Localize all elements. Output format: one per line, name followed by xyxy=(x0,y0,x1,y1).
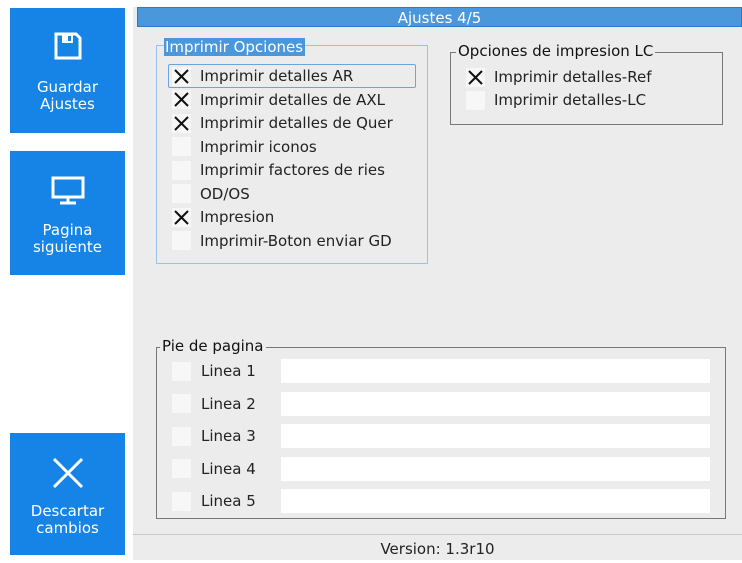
print-option-label: OD/OS xyxy=(200,184,250,203)
footer-line-label: Linea 4 xyxy=(201,459,256,478)
footer-line-checkbox[interactable] xyxy=(172,459,191,478)
lc-options-title: Opciones de impresion LC xyxy=(456,42,656,60)
footer-line-row: Linea 2 xyxy=(172,392,271,416)
print-option-label: Imprimir detalles de AXL xyxy=(200,90,385,109)
print-option-label: Imprimir-Boton enviar GD xyxy=(200,231,392,250)
check-x-icon xyxy=(173,115,190,132)
print-option[interactable]: Imprimir detalles de Quer xyxy=(172,112,393,134)
sidebar: Guardar Ajustes Pagina siguiente Descart… xyxy=(0,0,133,559)
version-label: Version: 1.3r10 xyxy=(133,534,742,560)
checkbox-unchecked[interactable] xyxy=(172,160,191,180)
lc-option-label: Imprimir detalles-Ref xyxy=(494,68,652,86)
check-x-icon xyxy=(173,91,190,108)
footer-line-row: Linea 4 xyxy=(172,457,271,481)
next-label-line1: Pagina xyxy=(42,221,93,239)
print-option-label: Imprimir detalles AR xyxy=(200,67,354,85)
next-page-button[interactable]: Pagina siguiente xyxy=(10,151,125,275)
checkbox-unchecked[interactable] xyxy=(172,184,191,203)
checkbox-unchecked[interactable] xyxy=(172,231,191,250)
footer-line-label: Linea 3 xyxy=(201,427,256,445)
discard-changes-button[interactable]: Descartar cambios xyxy=(10,433,125,555)
print-option[interactable]: OD/OS xyxy=(172,183,250,205)
footer-line-checkbox[interactable] xyxy=(172,426,191,446)
print-option-label: Imprimir factores de ries xyxy=(200,161,385,179)
footer-line-input[interactable] xyxy=(281,424,710,448)
print-option[interactable]: Imprimir-Boton enviar GD xyxy=(172,230,392,252)
lc-option[interactable]: Imprimir detalles-LC xyxy=(466,89,646,111)
check-x-icon xyxy=(173,209,190,226)
checkbox-checked[interactable] xyxy=(172,90,191,109)
check-x-icon xyxy=(467,69,484,86)
footer-line-row: Linea 3 xyxy=(172,424,271,448)
checkbox-checked[interactable] xyxy=(466,67,485,87)
save-label-line1: Guardar xyxy=(36,78,99,96)
save-label-line2: Ajustes xyxy=(40,95,95,113)
lc-option[interactable]: Imprimir detalles-Ref xyxy=(466,66,651,88)
print-option-label: Impresion xyxy=(200,208,275,226)
print-option[interactable]: Imprimir iconos xyxy=(172,136,317,158)
checkbox-unchecked[interactable] xyxy=(466,90,485,110)
print-option[interactable]: Imprimir detalles de AXL xyxy=(172,89,385,111)
next-label-line2: siguiente xyxy=(32,238,103,256)
settings-panel: Ajustes 4/5 Imprimir Opciones Imprimir d… xyxy=(133,7,742,560)
footer-line-checkbox[interactable] xyxy=(172,361,191,381)
print-option[interactable]: Impresion xyxy=(172,206,274,228)
lc-option-label: Imprimir detalles-LC xyxy=(494,91,647,109)
footer-line-label: Linea 1 xyxy=(201,362,256,380)
discard-label-line1: Descartar xyxy=(30,502,105,520)
check-x-icon xyxy=(173,68,190,85)
footer-line-input[interactable] xyxy=(281,359,710,383)
save-settings-button[interactable]: Guardar Ajustes xyxy=(10,8,125,133)
page-title: Ajustes 4/5 xyxy=(137,7,742,27)
footer-line-checkbox[interactable] xyxy=(172,491,191,511)
print-option[interactable]: Imprimir detalles AR xyxy=(172,65,353,87)
close-icon xyxy=(51,456,85,494)
checkbox-checked[interactable] xyxy=(172,66,191,86)
footer-line-input[interactable] xyxy=(281,489,710,513)
print-option-label: Imprimir iconos xyxy=(200,137,317,156)
checkbox-checked[interactable] xyxy=(172,113,191,133)
checkbox-unchecked[interactable] xyxy=(172,137,191,156)
footer-lines-title: Pie de pagina xyxy=(160,337,266,355)
footer-line-label: Linea 2 xyxy=(201,394,256,413)
print-option-label: Imprimir detalles de Quer xyxy=(200,114,393,132)
monitor-icon xyxy=(51,176,85,210)
discard-label-line2: cambios xyxy=(36,519,99,537)
floppy-disk-icon xyxy=(54,32,82,64)
print-options-title: Imprimir Opciones xyxy=(164,38,306,56)
footer-line-checkbox[interactable] xyxy=(172,394,191,413)
footer-line-row: Linea 1 xyxy=(172,359,271,383)
footer-line-input[interactable] xyxy=(281,456,710,481)
footer-line-input[interactable] xyxy=(281,391,710,416)
footer-line-row: Linea 5 xyxy=(172,489,271,513)
checkbox-checked[interactable] xyxy=(172,207,191,227)
print-option[interactable]: Imprimir factores de ries xyxy=(172,159,385,181)
footer-line-label: Linea 5 xyxy=(201,492,256,510)
